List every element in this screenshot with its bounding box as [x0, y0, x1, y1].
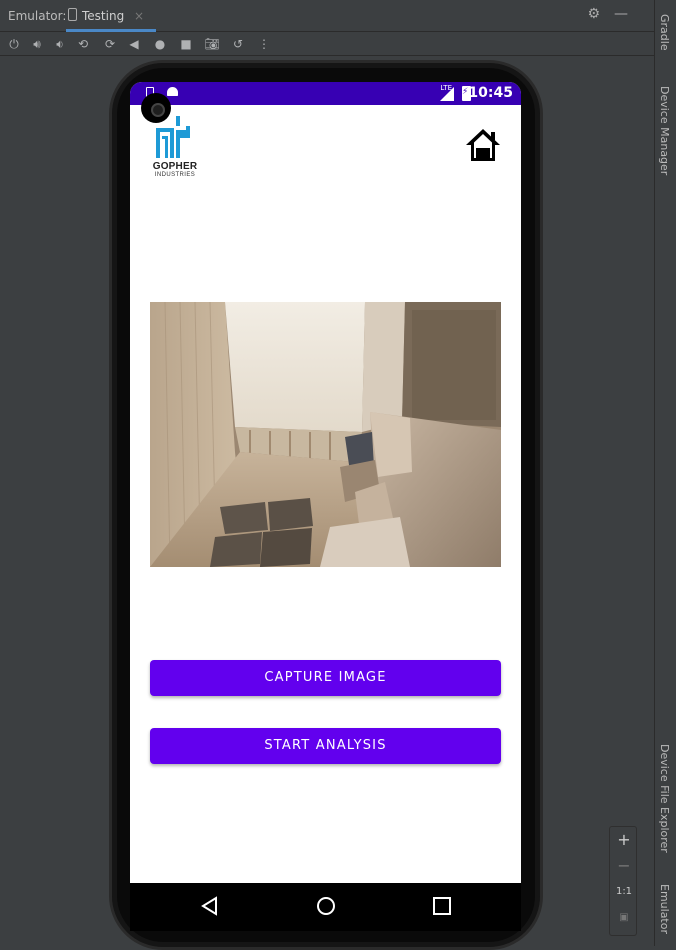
nav-overview-icon[interactable] — [431, 895, 453, 917]
ide-side-panel: Gradle Device Manager Device File Explor… — [654, 0, 676, 946]
side-tab-device-manager[interactable]: Device Manager — [658, 86, 671, 175]
tab-testing[interactable]: Testing × — [66, 0, 157, 32]
room-photo — [150, 302, 501, 567]
power-icon[interactable]: ⏻ — [6, 36, 22, 52]
emulator-label: Emulator: — [8, 9, 67, 23]
side-tab-emulator[interactable]: Emulator — [658, 884, 671, 934]
home-icon[interactable] — [464, 127, 502, 163]
gopher-industries-logo: GOPHER INDUSTRIES — [148, 114, 202, 180]
front-camera — [141, 93, 171, 123]
android-nav-bar — [130, 883, 521, 931]
device-icon — [68, 8, 77, 21]
device-screen: LTE 10:45 GOPHER INDUSTRIES — [130, 82, 521, 883]
status-time: 10:45 — [468, 85, 513, 101]
overview-icon[interactable]: ■ — [178, 36, 194, 52]
nav-back-icon[interactable] — [199, 895, 221, 917]
android-icon — [167, 87, 178, 96]
signal-icon — [440, 87, 454, 101]
nav-home-icon[interactable] — [315, 895, 337, 917]
minimize-icon[interactable]: — — [614, 6, 642, 22]
more-icon[interactable]: ⋮ — [256, 36, 272, 52]
zoom-fit-icon[interactable]: ▣ — [610, 905, 638, 931]
snapshot-icon[interactable]: ↺ — [230, 36, 246, 52]
camera-icon[interactable]: 📷︎ — [204, 36, 220, 52]
rotate-left-icon[interactable]: ⟲ — [75, 36, 91, 52]
rotate-right-icon[interactable]: ⟳ — [102, 36, 118, 52]
side-tab-device-file-explorer[interactable]: Device File Explorer — [658, 744, 671, 853]
zoom-one-to-one-button[interactable]: 1:1 — [610, 879, 638, 905]
zoom-in-button[interactable]: + — [610, 827, 638, 853]
volume-up-icon[interactable]: 🔊︎ — [29, 36, 45, 52]
status-bar: LTE 10:45 — [130, 82, 521, 105]
emulator-title-bar: Emulator: Testing × ⚙— — [0, 0, 654, 32]
volume-down-icon[interactable]: 🔉︎ — [52, 36, 68, 52]
zoom-controls: + − 1:1 ▣ — [609, 826, 637, 936]
side-tab-gradle[interactable]: Gradle — [658, 14, 671, 51]
start-analysis-button[interactable]: START ANALYSIS — [150, 728, 501, 764]
zoom-out-button[interactable]: − — [610, 853, 638, 879]
logo-title: GOPHER — [152, 161, 198, 172]
capture-image-button[interactable]: CAPTURE IMAGE — [150, 660, 501, 696]
emulator-toolbar: ⏻ 🔊︎ 🔉︎ ⟲ ⟳ ◀ ● ■ 📷︎ ↺ ⋮ — [0, 32, 654, 56]
gear-icon[interactable]: ⚙ — [587, 6, 614, 22]
tab-label: Testing — [82, 9, 125, 23]
back-icon[interactable]: ◀ — [126, 36, 142, 52]
captured-room-image — [150, 302, 501, 567]
tab-close-icon[interactable]: × — [134, 9, 144, 23]
logo-subtitle: INDUSTRIES — [154, 172, 196, 178]
home-circle-icon[interactable]: ● — [152, 36, 168, 52]
title-bar-actions: ⚙— — [587, 6, 642, 22]
